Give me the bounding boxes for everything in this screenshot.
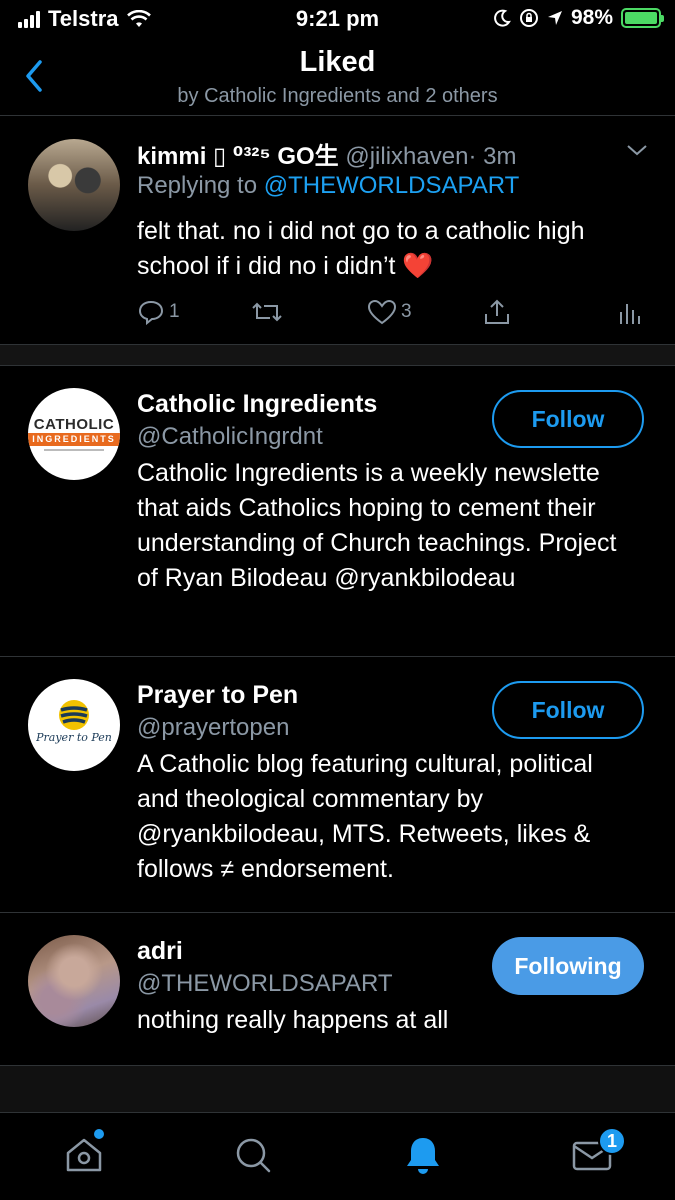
- logo-text: CATHOLIC: [33, 416, 115, 433]
- tweet-timestamp: · 3m: [468, 143, 517, 170]
- avatar[interactable]: CATHOLIC INGREDIENTS: [28, 388, 120, 480]
- page-title: Liked: [299, 46, 376, 78]
- battery-percent: 98%: [570, 6, 613, 29]
- bell-icon[interactable]: [401, 1133, 445, 1177]
- tweet-actions: 1 3: [137, 294, 647, 330]
- follow-button[interactable]: Follow: [492, 390, 644, 448]
- like-count: 3: [401, 301, 412, 322]
- home-icon[interactable]: [62, 1133, 106, 1177]
- user-name[interactable]: Catholic Ingredients: [137, 390, 377, 419]
- home-notification-dot: [94, 1129, 104, 1139]
- reply-icon: [138, 300, 164, 326]
- following-button[interactable]: Following: [492, 937, 644, 995]
- user-name[interactable]: Prayer to Pen: [137, 681, 298, 710]
- section-divider: [0, 344, 675, 366]
- list-footer: [0, 1066, 675, 1112]
- svg-text:Prayer to Pen: Prayer to Pen: [35, 731, 112, 744]
- tweet-author-handle: @jilixhaven: [345, 143, 469, 170]
- chevron-down-icon[interactable]: [625, 140, 649, 160]
- rotation-lock-icon: [519, 9, 538, 27]
- logo-subtext: INGREDIENTS: [28, 433, 120, 446]
- reply-count: 1: [169, 301, 180, 322]
- tweet-author-name[interactable]: kimmi ▯ ⁰³²⁵ GO生: [137, 143, 339, 170]
- like-button[interactable]: 3: [367, 298, 412, 326]
- tweet-header: kimmi ▯ ⁰³²⁵ GO生 @jilixhaven· 3m: [137, 136, 516, 171]
- follow-button[interactable]: Follow: [492, 681, 644, 739]
- retweet-button[interactable]: [250, 298, 284, 326]
- avatar[interactable]: [28, 139, 120, 231]
- tab-bar: 1: [0, 1112, 675, 1200]
- analytics-icon: [620, 304, 640, 324]
- user-cell[interactable]: Prayer to Pen Prayer to Pen @prayertopen…: [0, 657, 675, 913]
- page-subtitle: by Catholic Ingredients and 2 others: [177, 85, 498, 107]
- location-arrow-icon: [547, 11, 562, 25]
- user-bio: nothing really happens at all: [137, 1006, 449, 1034]
- status-bar: Telstra 9:21 pm 98%: [0, 0, 675, 38]
- tweet-text: felt that. no i did not go to a catholic…: [137, 217, 585, 280]
- user-bio: A Catholic blog featuring cultural, poli…: [137, 750, 593, 883]
- messages-badge: 1: [598, 1127, 626, 1155]
- heart-icon: [367, 299, 397, 325]
- replying-to-link[interactable]: @THEWORLDSAPART: [264, 172, 520, 199]
- user-handle: @CatholicIngrdnt: [137, 423, 323, 450]
- user-handle: @THEWORLDSAPART: [137, 970, 393, 997]
- share-icon: [485, 299, 509, 324]
- analytics-button[interactable]: [617, 298, 641, 326]
- user-bio: Catholic Ingredients is a weekly newslet…: [137, 459, 617, 592]
- replying-to: Replying to @THEWORLDSAPART: [137, 172, 520, 199]
- search-icon[interactable]: [231, 1133, 275, 1177]
- navigation-header: Liked by Catholic Ingredients and 2 othe…: [0, 38, 675, 116]
- user-handle: @prayertopen: [137, 714, 290, 741]
- share-button[interactable]: [482, 297, 512, 327]
- avatar[interactable]: [28, 935, 120, 1027]
- user-cell[interactable]: CATHOLIC INGREDIENTS Catholic Ingredient…: [0, 366, 675, 657]
- user-cell[interactable]: adri @THEWORLDSAPART nothing really happ…: [0, 913, 675, 1066]
- prayer-to-pen-logo: Prayer to Pen: [35, 700, 112, 744]
- battery-icon: [621, 8, 664, 28]
- avatar[interactable]: Prayer to Pen: [28, 679, 120, 771]
- moon-icon: [494, 9, 511, 27]
- retweet-icon: [252, 302, 282, 322]
- reply-button[interactable]: 1: [137, 298, 180, 326]
- user-name[interactable]: adri: [137, 937, 183, 966]
